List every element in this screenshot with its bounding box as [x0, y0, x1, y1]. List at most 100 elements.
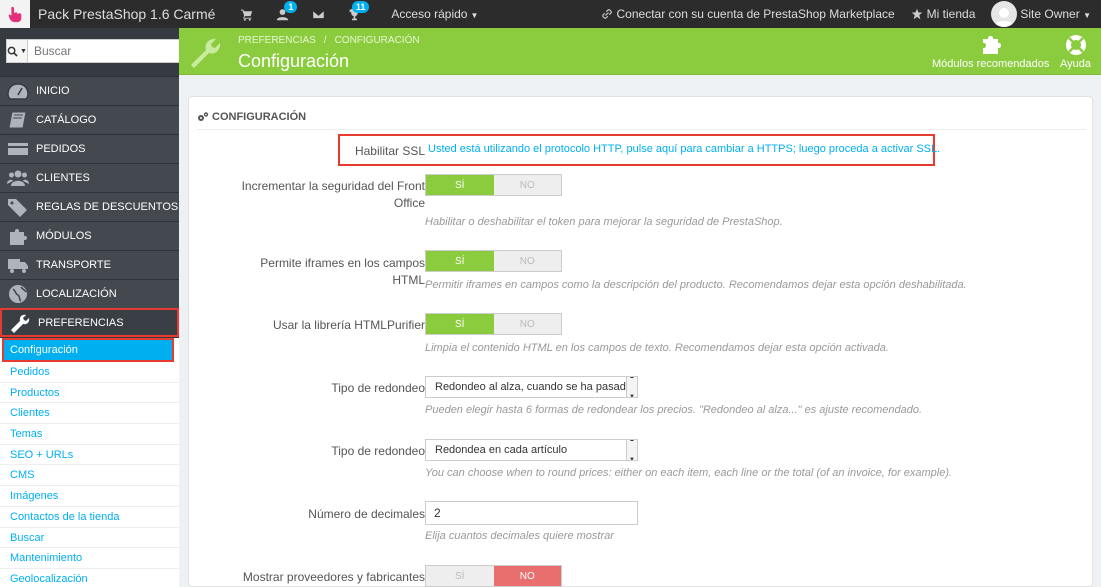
- help-button[interactable]: Ayuda: [1060, 34, 1091, 70]
- submenu-item-buscar[interactable]: Buscar: [0, 528, 179, 549]
- switch-no[interactable]: No: [493, 175, 561, 195]
- sidebar-item-pedidos[interactable]: Pedidos: [0, 134, 179, 163]
- shop-name-link[interactable]: Pack PrestaShop 1.6 Carmé: [38, 6, 215, 22]
- submenu-item-geolocalizacion[interactable]: Geolocalización: [0, 569, 179, 587]
- switch-no[interactable]: No: [493, 566, 561, 586]
- submenu-item-imagenes[interactable]: Imágenes: [0, 486, 179, 507]
- prestashop-logo-icon[interactable]: [0, 0, 30, 28]
- submenu-item-contactos[interactable]: Contactos de la tienda: [0, 507, 179, 528]
- submenu-item-configuracion[interactable]: Configuración: [2, 338, 174, 362]
- iframes-help: Permitir iframes en campos como la descr…: [425, 279, 967, 291]
- decimals-label: Número de decimales: [308, 507, 425, 521]
- submenu-item-productos[interactable]: Productos: [0, 383, 179, 404]
- switch-yes[interactable]: Sí: [426, 251, 494, 271]
- switch-yes[interactable]: Sí: [426, 314, 494, 334]
- avatar[interactable]: [991, 1, 1018, 27]
- caret-down-icon: ▼: [470, 11, 479, 20]
- submenu-item-pedidos[interactable]: Pedidos: [0, 362, 179, 383]
- rounding-type-select[interactable]: Redondeo al alza, cuando se ha pasad ▲ ▼: [425, 376, 638, 398]
- page-title: Configuración: [238, 51, 350, 71]
- switch-yes[interactable]: Sí: [426, 175, 494, 195]
- iframes-switch[interactable]: Sí No: [425, 250, 562, 272]
- rounding-mode-label: Tipo de redondeo: [331, 444, 425, 458]
- globe-icon: [0, 284, 36, 304]
- sidebar-item-label: Preferencias: [38, 316, 124, 329]
- htmlpurifier-label: Usar la librería HTMLPurifier: [272, 318, 425, 332]
- rounding-type-help: Pueden elegir hasta 6 formas de redondea…: [425, 404, 923, 416]
- front-office-security-label: Incrementar la seguridad del Front Offic…: [241, 179, 425, 210]
- select-value: Redondea en cada artículo: [435, 444, 568, 456]
- switch-yes[interactable]: Sí: [426, 566, 494, 586]
- quick-access-dropdown[interactable]: Acceso rápido ▼: [391, 7, 478, 21]
- sidebar-item-transporte[interactable]: Transporte: [0, 250, 179, 279]
- switch-to-https-link[interactable]: Usted está utilizando el protocolo HTTP,…: [428, 143, 940, 155]
- sidebar-item-reglas-descuentos[interactable]: Reglas de descuentos: [0, 192, 179, 221]
- front-office-security-switch[interactable]: Sí No: [425, 174, 562, 196]
- decimals-help: Elija cuantos decimales quiere mostrar: [425, 530, 614, 542]
- submenu-item-seo-urls[interactable]: SEO + URLs: [0, 445, 179, 466]
- recommended-modules-label: Módulos recomendados: [932, 58, 1050, 70]
- my-shop-link[interactable]: Mi tienda: [911, 7, 976, 21]
- show-suppliers-label: Mostrar proveedores y fabricantes: [242, 570, 425, 584]
- sidebar-item-modulos[interactable]: Módulos: [0, 221, 179, 250]
- breadcrumb: Preferencias / Configuración: [238, 35, 420, 46]
- select-arrows-icon: ▲ ▼: [626, 440, 637, 460]
- owner-label: Site Owner: [1020, 7, 1080, 21]
- sidebar-item-preferencias[interactable]: Preferencias: [0, 308, 179, 337]
- show-suppliers-switch[interactable]: Sí No: [425, 565, 562, 587]
- recommended-modules-button[interactable]: Módulos recomendados: [932, 34, 1049, 70]
- cogs-icon: [198, 111, 209, 121]
- panel-title: Configuración: [212, 110, 307, 123]
- search-type-button[interactable]: ▼: [6, 39, 27, 63]
- submenu-item-cms[interactable]: CMS: [0, 465, 179, 487]
- breadcrumb-preferencias[interactable]: Preferencias: [238, 35, 316, 46]
- sidebar-item-label: Transporte: [36, 259, 111, 271]
- sidebar-item-label: Clientes: [36, 172, 90, 184]
- panel-heading: Configuración: [197, 104, 1086, 130]
- sidebar-item-label: Inicio: [36, 85, 70, 97]
- sidebar-item-catalogo[interactable]: Catálogo: [0, 105, 179, 134]
- customers-icon[interactable]: 1: [269, 0, 298, 28]
- caret-down-icon: ▼: [20, 47, 27, 55]
- sidebar-item-label: Pedidos: [36, 143, 86, 155]
- dashboard-gauge-icon: [0, 81, 36, 101]
- sidebar-search: ▼: [0, 28, 190, 76]
- search-icon: [7, 46, 18, 57]
- breadcrumb-configuracion[interactable]: Configuración: [335, 35, 420, 46]
- htmlpurifier-help: Limpia el contenido HTML en los campos d…: [425, 342, 889, 354]
- submenu-item-clientes[interactable]: Clientes: [0, 403, 179, 425]
- htmlpurifier-switch[interactable]: Sí No: [425, 313, 562, 335]
- decimals-input[interactable]: [425, 501, 638, 525]
- help-label: Ayuda: [1060, 58, 1091, 70]
- star-icon: [911, 8, 922, 20]
- ssl-label: Habilitar SSL: [354, 144, 425, 158]
- sidebar-item-localizacion[interactable]: Localización: [0, 279, 179, 308]
- search-input[interactable]: [26, 39, 190, 63]
- sidebar-item-label: Catálogo: [36, 114, 97, 126]
- submenu-item-temas[interactable]: Temas: [0, 424, 179, 445]
- trophy-icon[interactable]: 11: [341, 0, 370, 28]
- marketplace-label: Conectar con su cuenta de PrestaShop Mar…: [616, 7, 895, 21]
- site-owner-menu[interactable]: Site Owner ▼: [1020, 7, 1091, 21]
- submenu-item-mantenimiento[interactable]: Mantenimiento: [0, 548, 179, 569]
- rounding-mode-select[interactable]: Redondea en cada artículo ▲ ▼: [425, 439, 638, 461]
- caret-down-icon: ▼: [1083, 11, 1091, 20]
- lifebuoy-icon: [1065, 35, 1086, 55]
- page-header: Preferencias / Configuración Configuración…: [179, 28, 1101, 75]
- preferences-submenu: Configuración Pedidos Productos Clientes…: [0, 338, 179, 587]
- sidebar-item-inicio[interactable]: Inicio: [0, 76, 179, 105]
- tag-icon: [0, 197, 36, 217]
- my-shop-label: Mi tienda: [926, 7, 976, 21]
- sidebar-item-clientes[interactable]: Clientes: [0, 163, 179, 192]
- marketplace-link[interactable]: Conectar con su cuenta de PrestaShop Mar…: [601, 7, 895, 21]
- select-arrows-icon: ▲ ▼: [626, 377, 637, 397]
- switch-no[interactable]: No: [493, 314, 561, 334]
- rounding-mode-help: You can choose when to round prices: eit…: [425, 467, 953, 479]
- sidebar-item-label: Módulos: [36, 230, 92, 242]
- messages-envelope-icon[interactable]: [305, 0, 331, 28]
- quick-access-label: Acceso rápido: [391, 7, 468, 21]
- switch-no[interactable]: No: [493, 251, 561, 271]
- cart-icon[interactable]: [233, 0, 259, 28]
- credit-card-icon: [0, 139, 36, 159]
- sidebar-item-label: Localización: [36, 288, 117, 300]
